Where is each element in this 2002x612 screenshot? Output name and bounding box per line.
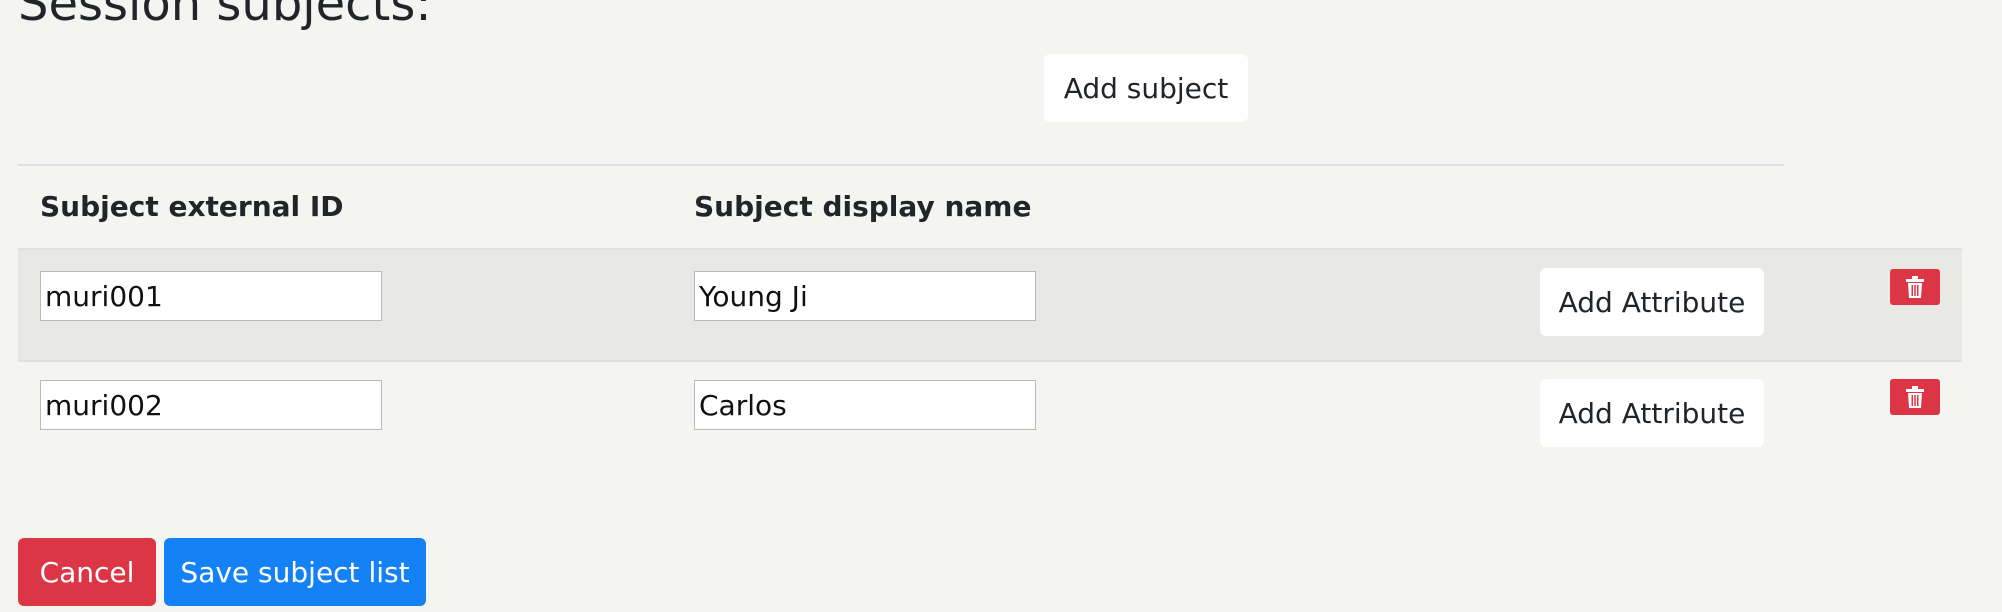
table-row: Add Attribute — [18, 360, 1962, 470]
table-top-divider — [18, 164, 1784, 166]
table-row: Add Attribute — [18, 248, 1962, 362]
trash-icon — [1906, 276, 1924, 298]
column-header-display-name: Subject display name — [694, 190, 1032, 223]
save-subject-list-button[interactable]: Save subject list — [164, 538, 426, 606]
column-header-external-id: Subject external ID — [40, 190, 344, 223]
page-title: Session subjects: — [18, 0, 432, 32]
trash-icon — [1906, 386, 1924, 408]
add-subject-button[interactable]: Add subject — [1044, 54, 1248, 122]
subject-external-id-input[interactable] — [40, 380, 382, 430]
add-attribute-button[interactable]: Add Attribute — [1540, 268, 1764, 336]
delete-subject-button[interactable] — [1890, 379, 1940, 415]
add-attribute-button[interactable]: Add Attribute — [1540, 379, 1764, 447]
delete-subject-button[interactable] — [1890, 269, 1940, 305]
cancel-button[interactable]: Cancel — [18, 538, 156, 606]
subject-external-id-input[interactable] — [40, 271, 382, 321]
subject-display-name-input[interactable] — [694, 380, 1036, 430]
subject-display-name-input[interactable] — [694, 271, 1036, 321]
